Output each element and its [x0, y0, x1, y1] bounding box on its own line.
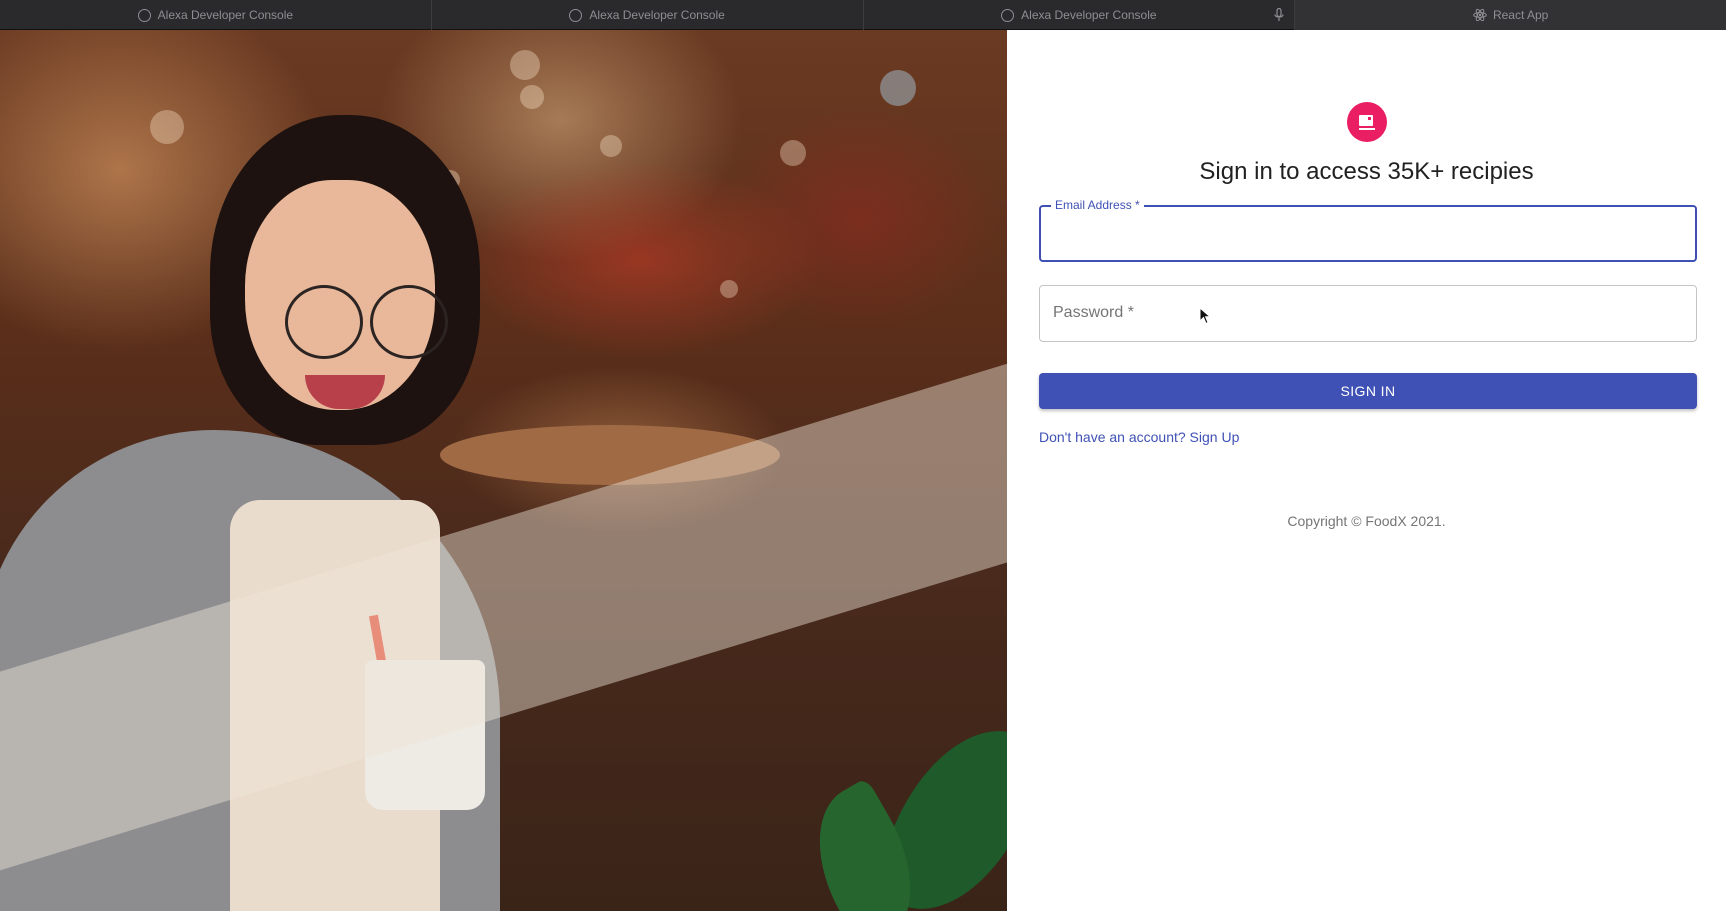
mouse-cursor-icon	[1199, 307, 1211, 325]
tab-label: Alexa Developer Console	[589, 8, 725, 22]
signin-panel: Sign in to access 35K+ recipies Email Ad…	[1007, 30, 1726, 911]
tab-label: Alexa Developer Console	[1021, 8, 1157, 22]
cup-icon	[1359, 115, 1375, 130]
tab-label: Alexa Developer Console	[157, 8, 294, 22]
password-input[interactable]	[1040, 286, 1696, 341]
hero-photo	[0, 30, 1007, 911]
page-title: Sign in to access 35K+ recipies	[1199, 158, 1534, 185]
react-logo-icon	[1473, 8, 1487, 22]
tab-label: React App	[1492, 8, 1549, 22]
email-field[interactable]: Email Address *	[1039, 198, 1697, 262]
microphone-icon	[1274, 8, 1284, 21]
loading-circle-icon	[137, 8, 151, 22]
sign-in-button[interactable]: SIGN IN	[1039, 373, 1697, 409]
tab-alexa-console-1[interactable]: Alexa Developer Console	[0, 0, 432, 30]
tab-react-app[interactable]: React App	[1295, 0, 1726, 30]
password-field[interactable]: Password *	[1039, 285, 1697, 342]
loading-circle-icon	[569, 8, 583, 22]
loading-circle-icon	[1001, 8, 1015, 22]
tab-alexa-console-2[interactable]: Alexa Developer Console	[432, 0, 864, 30]
app-logo	[1347, 102, 1387, 142]
browser-tab-bar: Alexa Developer Console Alexa Developer …	[0, 0, 1726, 30]
email-input[interactable]	[1041, 207, 1695, 260]
tab-alexa-console-3[interactable]: Alexa Developer Console	[864, 0, 1296, 30]
sign-up-link[interactable]: Don't have an account? Sign Up	[1039, 427, 1239, 447]
copyright-text: Copyright © FoodX 2021.	[1287, 513, 1446, 529]
